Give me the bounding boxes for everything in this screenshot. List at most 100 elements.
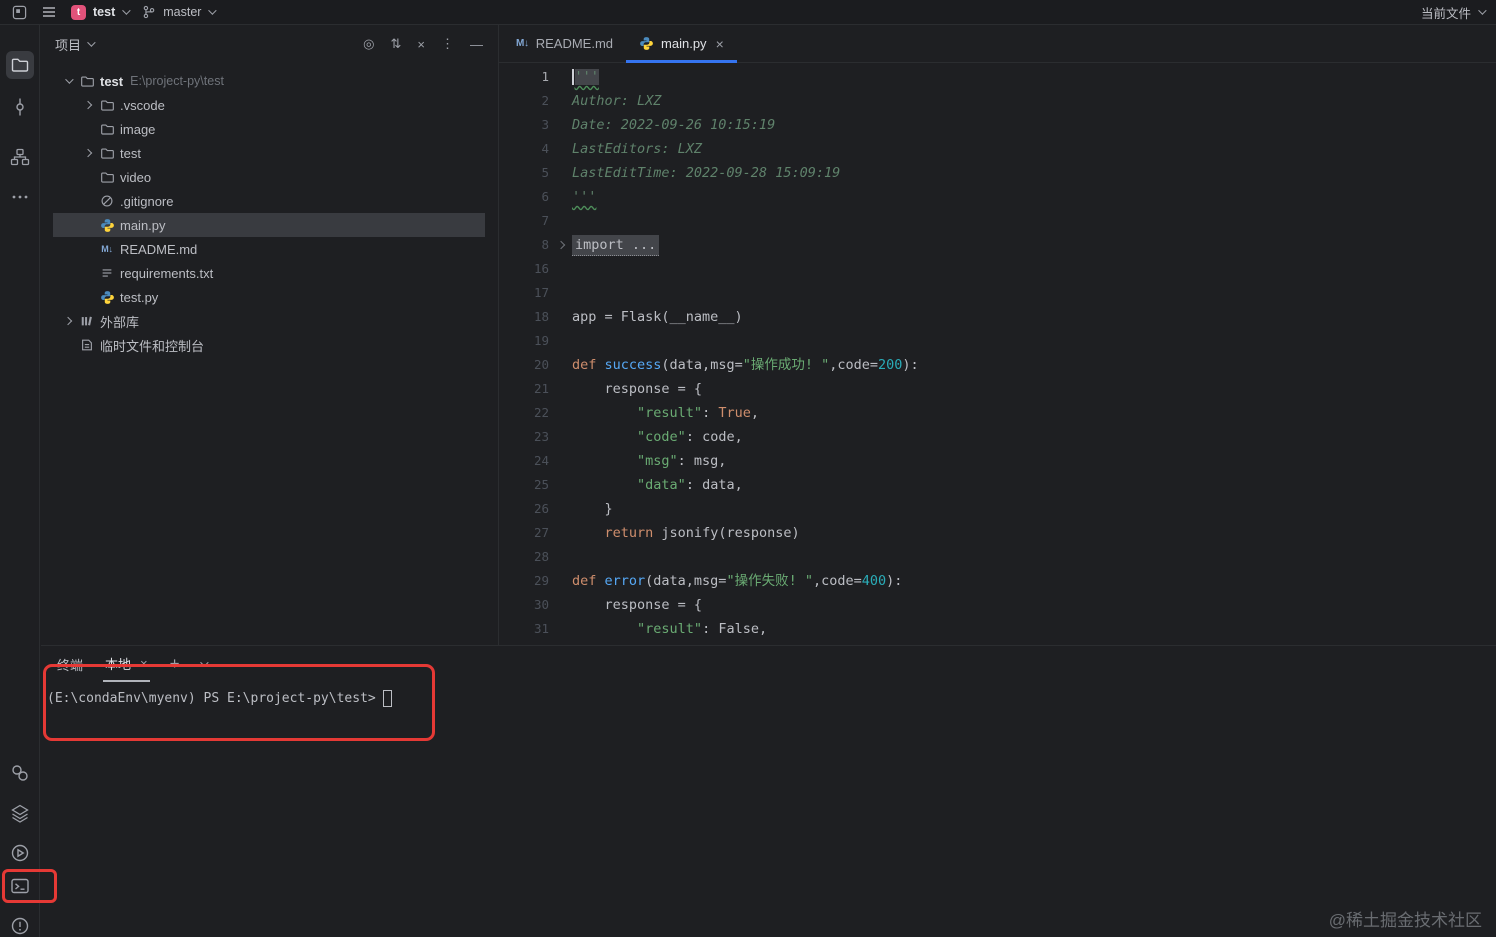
close-icon[interactable]: × xyxy=(140,656,148,671)
code-line-22: 22 "result": True, xyxy=(499,401,1496,425)
more-tool-button[interactable] xyxy=(6,183,34,211)
run-tool-button[interactable] xyxy=(6,839,34,867)
git-branch-icon xyxy=(142,5,156,19)
hide-icon[interactable]: — xyxy=(470,37,483,52)
python-packages-tool-button[interactable] xyxy=(6,759,34,787)
terminal-body[interactable]: (E:\condaEnv\myenv) PS E:\project-py\tes… xyxy=(41,682,1496,707)
services-tool-button[interactable] xyxy=(6,799,34,827)
chevron-down-icon[interactable] xyxy=(59,75,77,84)
project-panel: 项目 ◎ ⇅ × ⋮ — test E:\project-py\test .vscode im… xyxy=(41,25,497,645)
line-number: 24 xyxy=(533,453,549,468)
code-line-21: 21 response = { xyxy=(499,377,1496,401)
locate-icon[interactable]: ◎ xyxy=(363,36,374,52)
line-number: 29 xyxy=(533,573,549,588)
code-line-31: 31 "result": False, xyxy=(499,617,1496,641)
structure-tool-button[interactable] xyxy=(6,143,34,171)
terminal-panel: 终端 本地 × + (E:\condaEnv\myenv) PS E:\proj… xyxy=(41,645,1496,937)
code-area[interactable]: 1 ''' 2 Author: LXZ 3 Date: 2022-09-26 10:15:… xyxy=(499,63,1496,641)
code-line-8: 8 import ... xyxy=(499,233,1496,257)
tree-item-readme.md[interactable]: M↓ README.md xyxy=(53,237,485,261)
code-text: LastEditors: LXZ xyxy=(572,141,703,157)
expand-icon[interactable]: ⇅ xyxy=(391,36,402,52)
code-line-27: 27 return jsonify(response) xyxy=(499,521,1496,545)
tree-item-label: video xyxy=(120,169,152,185)
python-icon xyxy=(97,290,117,305)
problems-tool-button[interactable] xyxy=(6,912,34,937)
line-number: 6 xyxy=(541,189,549,204)
chevron-right-icon[interactable] xyxy=(59,316,77,326)
run-configuration-widget[interactable]: 当前文件 xyxy=(1421,3,1487,22)
code-line-29: 29 def error(data,msg="操作失败! ",code=400): xyxy=(499,569,1496,593)
tree-item-.vscode[interactable]: .vscode xyxy=(53,93,485,117)
tree-item-外部库[interactable]: 外部库 xyxy=(53,309,485,333)
code-text: "msg": msg, xyxy=(637,453,727,469)
chevron-down-icon[interactable] xyxy=(87,38,96,47)
more-icon[interactable]: ⋮ xyxy=(441,36,454,52)
tab-main.py[interactable]: main.py × xyxy=(626,25,737,63)
folder-icon xyxy=(97,146,117,161)
library-icon xyxy=(77,314,97,328)
vcs-branch-widget[interactable]: master xyxy=(142,5,218,19)
project-panel-title: 项目 xyxy=(55,37,82,53)
watermark: @稀土掘金技术社区 xyxy=(1328,911,1482,930)
line-number: 27 xyxy=(533,525,549,540)
code-text: import ... xyxy=(572,233,660,257)
collapse-icon[interactable]: × xyxy=(417,37,425,52)
tree-item-image[interactable]: image xyxy=(53,117,485,141)
chevron-right-icon[interactable] xyxy=(79,148,97,158)
new-terminal-button[interactable]: + xyxy=(170,654,180,674)
tree-item-临时文件和控制台[interactable]: 临时文件和控制台 xyxy=(53,333,485,357)
code-line-7: 7 xyxy=(499,209,1496,233)
terminal-tab-local[interactable]: 本地 × xyxy=(103,646,150,682)
line-number: 25 xyxy=(533,477,549,492)
branch-name: master xyxy=(163,5,202,19)
code-line-4: 4 LastEditors: LXZ xyxy=(499,137,1496,161)
python-packages-icon xyxy=(10,763,30,783)
chevron-down-icon[interactable] xyxy=(199,658,209,667)
code-text: app = Flask(__name__) xyxy=(572,309,743,325)
tree-item-test.py[interactable]: test.py xyxy=(53,285,485,309)
services-icon xyxy=(10,803,30,823)
project-widget[interactable]: t test xyxy=(71,4,131,20)
code-text: def error(data,msg="操作失败! ",code=400): xyxy=(572,573,903,589)
tree-item-.gitignore[interactable]: .gitignore xyxy=(53,189,485,213)
tab-readme.md[interactable]: M↓ README.md xyxy=(503,25,626,62)
project-icon xyxy=(10,55,30,75)
tree-item-test[interactable]: test E:\project-py\test xyxy=(53,69,485,93)
code-line-19: 19 xyxy=(499,329,1496,353)
tree-item-test[interactable]: test xyxy=(53,141,485,165)
terminal-header: 终端 本地 × + xyxy=(41,646,1496,682)
line-number: 17 xyxy=(533,285,549,300)
python-icon xyxy=(97,218,117,233)
line-number: 1 xyxy=(541,69,549,84)
gitignore-icon xyxy=(97,194,117,208)
more-icon xyxy=(10,187,30,207)
tool-strip xyxy=(0,25,40,937)
text-caret xyxy=(572,69,574,85)
code-line-20: 20 def success(data,msg="操作成功! ",code=200… xyxy=(499,353,1496,377)
tree-item-label: image xyxy=(120,121,156,137)
line-number: 5 xyxy=(541,165,549,180)
fold-arrow-icon[interactable] xyxy=(549,233,572,257)
folder-icon xyxy=(97,170,117,185)
hamburger-menu-icon[interactable] xyxy=(41,4,57,20)
code-line-16: 16 xyxy=(499,257,1496,281)
code-line-6: 6 ''' xyxy=(499,185,1496,209)
terminal-tool-button[interactable] xyxy=(6,872,34,900)
code-text: "result": True, xyxy=(637,405,759,421)
chevron-right-icon[interactable] xyxy=(79,100,97,110)
code-line-3: 3 Date: 2022-09-26 10:15:19 xyxy=(499,113,1496,137)
tree-item-requirements.txt[interactable]: requirements.txt xyxy=(53,261,485,285)
tree-item-main.py[interactable]: main.py xyxy=(53,213,485,237)
tree-item-video[interactable]: video xyxy=(53,165,485,189)
close-icon[interactable]: × xyxy=(716,36,724,52)
commit-tool-button[interactable] xyxy=(6,93,34,121)
project-tool-button[interactable] xyxy=(6,51,34,79)
code-text: "data": data, xyxy=(637,477,743,493)
